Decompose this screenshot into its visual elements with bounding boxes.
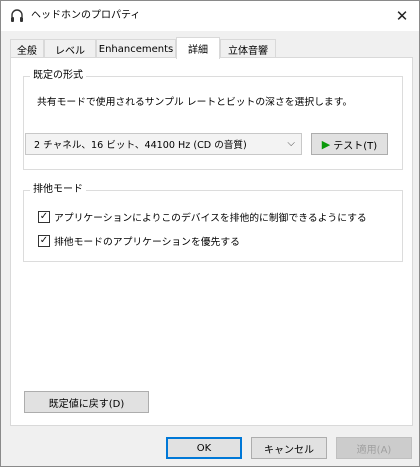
chevron-down-icon: ⌵ [287,138,295,149]
headphones-icon [11,9,23,22]
tab-label: レベル [55,45,85,57]
group-title: 既定の形式 [30,70,86,82]
tab-levels[interactable]: レベル [44,39,96,58]
format-dropdown[interactable]: 2 チャネル、16 ビット、44100 Hz (CD の音質) ⌵ [25,133,302,155]
ok-button[interactable]: OK [166,437,242,459]
exclusive-control-checkbox[interactable]: ✓ アプリケーションによりこのデバイスを排他的に制御できるようにする [38,210,367,224]
checkbox-label: 排他モードのアプリケーションを優先する [54,237,240,248]
restore-defaults-button[interactable]: 既定値に戻す(D) [24,391,149,413]
tab-label: Enhancements [98,43,174,55]
apply-label: 適用(A) [356,444,392,456]
close-button[interactable]: ✕ [385,1,419,31]
tab-label: 全般 [17,45,37,57]
tab-label: 詳細 [188,45,208,56]
group-title: 排他モード [30,184,86,196]
tab-spatial-sound[interactable]: 立体音響 [220,39,276,58]
test-button[interactable]: ▶ テスト(T) [311,133,388,155]
exclusive-mode-group: 排他モード [23,184,403,262]
exclusive-priority-checkbox[interactable]: ✓ 排他モードのアプリケーションを優先する [38,234,240,248]
tab-label: 立体音響 [228,45,268,57]
cancel-button[interactable]: キャンセル [251,437,327,459]
title-bar: ヘッドホンのプロパティ ✕ [1,1,419,31]
restore-defaults-label: 既定値に戻す(D) [48,398,125,410]
window-title: ヘッドホンのプロパティ [31,10,141,21]
apply-button[interactable]: 適用(A) [336,437,412,459]
format-description: 共有モードで使用されるサンプル レートとビットの深さを選択します。 [37,97,353,108]
tab-panel: 既定の形式 共有モードで使用されるサンプル レートとビットの深さを選択します。 … [10,57,413,426]
checkmark-icon[interactable]: ✓ [38,211,50,223]
test-button-label: テスト(T) [333,140,378,152]
cancel-label: キャンセル [264,444,314,456]
close-icon: ✕ [395,7,409,25]
selected-format: 2 チャネル、16 ビット、44100 Hz (CD の音質) [34,140,247,151]
ok-label: OK [196,442,212,454]
default-format-group: 既定の形式 共有モードで使用されるサンプル レートとビットの深さを選択します。 [23,70,403,170]
tab-general[interactable]: 全般 [10,39,44,58]
checkmark-icon[interactable]: ✓ [38,235,50,247]
checkbox-label: アプリケーションによりこのデバイスを排他的に制御できるようにする [54,213,367,224]
tab-bar: 全般 レベル Enhancements 詳細 立体音響 [10,37,412,59]
play-icon: ▶ [321,137,331,151]
tab-advanced[interactable]: 詳細 [176,37,220,59]
tab-enhancements[interactable]: Enhancements [96,39,176,58]
properties-window: ヘッドホンのプロパティ ✕ 全般 レベル Enhancements 詳細 立体音… [0,0,420,467]
